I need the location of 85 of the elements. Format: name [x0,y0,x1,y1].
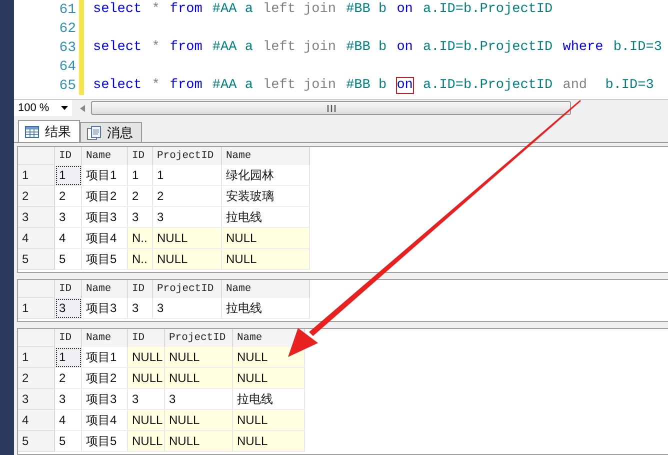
table-cell: 拉电线 [222,298,310,319]
dropdown-arrow-icon [61,106,68,110]
column-header[interactable]: ID [55,280,82,298]
row-number[interactable]: 1 [18,165,55,186]
table-cell: N.. [128,249,153,270]
column-header[interactable]: Name [222,147,310,165]
table-cell: 项目3 [82,298,128,319]
grip-icon [326,104,336,112]
table-cell: 绿化园林 [222,165,310,186]
table-cell: NULL [128,368,165,389]
table-cell: NULL [233,410,305,431]
table-cell: 项目3 [82,207,128,228]
table-cell: 2 [153,186,222,207]
table-cell: 4 [55,410,82,431]
line-number: 64 [59,58,76,74]
line-number: 62 [59,20,76,36]
table-cell: NULL [165,368,233,389]
table-cell: NULL [222,228,310,249]
table-cell: 1 [128,165,153,186]
column-header[interactable]: ProjectID [153,280,222,298]
table-cell: NULL [165,410,233,431]
table-cell: NULL [222,249,310,270]
row-number[interactable]: 1 [18,347,55,368]
result-tab[interactable]: 结果 [18,120,80,142]
column-header[interactable]: ID [55,147,82,165]
scrollbar-thumb[interactable] [91,101,571,116]
row-number[interactable]: 5 [18,249,55,270]
table-cell: 项目3 [82,389,128,410]
table-cell: 安装玻璃 [222,186,310,207]
column-header[interactable]: ID [128,329,165,347]
table-cell: 3 [153,298,222,319]
table-cell: 3 [55,389,82,410]
table-cell: 1 [55,165,82,186]
table-cell: NULL [233,431,305,452]
table-cell: N.. [128,228,153,249]
table-cell: NULL [165,431,233,452]
column-header[interactable]: Name [82,280,128,298]
table-cell: 2 [55,186,82,207]
zoom-dropdown[interactable]: 100 % [14,100,72,116]
column-header[interactable]: ID [128,147,153,165]
column-header[interactable]: Name [82,147,128,165]
table-cell: NULL [153,249,222,270]
grid-icon [25,126,39,138]
row-number[interactable]: 3 [18,389,55,410]
row-number[interactable]: 2 [18,186,55,207]
table-cell: NULL [128,431,165,452]
table-cell: 2 [55,368,82,389]
table-cell: 1 [55,347,82,368]
table-cell: 2 [128,186,153,207]
table-cell: NULL [233,368,305,389]
table-cell: NULL [153,228,222,249]
table-cell: 5 [55,431,82,452]
column-header[interactable]: ProjectID [153,147,222,165]
document-icon [87,126,101,140]
table-cell: NULL [128,347,165,368]
code-line: select * from #AA a left join #BB b on a.ID=b.ProjectID where b.ID=3 [92,40,663,55]
column-header[interactable]: ID [128,280,153,298]
table-cell: 3 [55,298,82,319]
row-number[interactable]: 4 [18,410,55,431]
column-header[interactable]: Name [82,329,128,347]
line-number: 65 [59,78,76,94]
table-cell: 4 [55,228,82,249]
code-line: select * from #AA a left join #BB b on a.ID=b.ProjectID [92,2,554,17]
row-number[interactable]: 5 [18,431,55,452]
line-number: 61 [59,2,76,18]
row-number[interactable]: 2 [18,368,55,389]
table-cell: 项目2 [82,186,128,207]
table-cell: 5 [55,249,82,270]
line-number: 63 [59,40,76,56]
table-cell: 项目1 [82,165,128,186]
table-cell: 1 [153,165,222,186]
table-cell: NULL [233,347,305,368]
code-line: select * from #AA a left join #BB b on a.ID=b.ProjectID and b.ID=3 [92,78,655,93]
column-header[interactable]: ID [55,329,82,347]
result-tab[interactable]: 消息 [80,122,142,142]
scroll-left-icon[interactable] [80,104,85,112]
column-header[interactable]: Name [222,280,310,298]
column-header[interactable]: ProjectID [165,329,233,347]
row-number[interactable]: 4 [18,228,55,249]
table-cell: 3 [128,298,153,319]
table-cell: NULL [165,347,233,368]
row-number[interactable]: 3 [18,207,55,228]
table-cell: NULL [128,410,165,431]
row-number[interactable]: 1 [18,298,55,319]
table-cell: 3 [55,207,82,228]
